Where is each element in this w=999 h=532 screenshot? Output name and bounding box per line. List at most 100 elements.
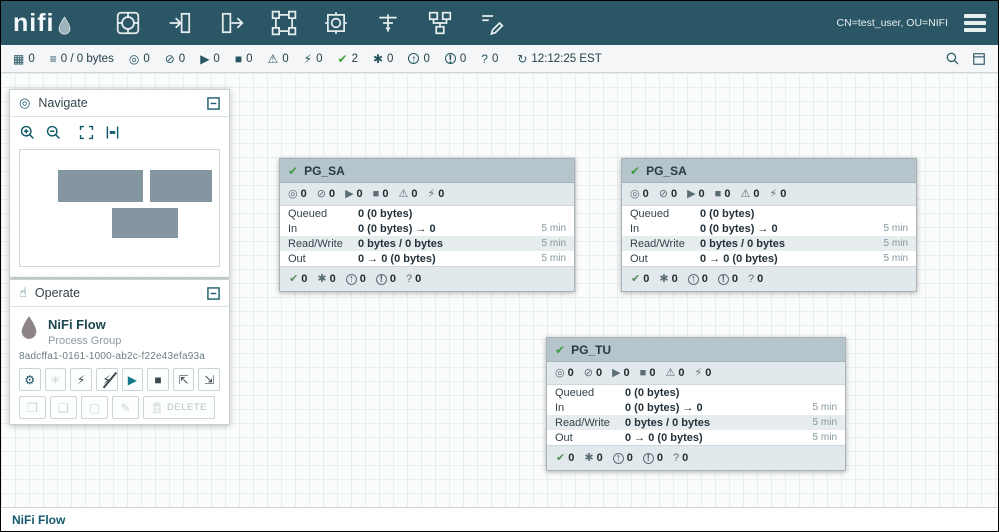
running-count: 0 — [623, 367, 630, 379]
not-transmitting-icon: ⊘ — [583, 366, 593, 379]
invalid-count: 0 — [678, 367, 685, 379]
stop-icon: ■ — [154, 372, 162, 387]
status-disabled: ⚡ 0 — [304, 53, 323, 65]
vc-sync-failure: ? 0 — [405, 272, 422, 285]
stopped-count: 0 — [649, 367, 656, 379]
pg-header: ✔ PG_SA — [622, 159, 916, 183]
status-stale: ↑ 0 — [408, 53, 430, 65]
transmitting-icon: ◎ — [555, 366, 565, 379]
zoom-in-button[interactable] — [19, 124, 36, 141]
status-transmitting: ◎ 0 — [129, 53, 150, 65]
label-icon[interactable] — [478, 9, 506, 37]
operate-palette: ☝ Operate NiFi Flow Process Group 8adcff… — [9, 279, 230, 425]
paste-icon: ❑ — [58, 400, 69, 415]
navigate-palette-header[interactable]: ◎ Navigate — [10, 90, 229, 117]
nifi-logo: nifi — [13, 10, 72, 36]
breadcrumb-bar: NiFi Flow — [1, 507, 998, 531]
not-transmitting-icon: ⊘ — [316, 187, 326, 200]
stopped-icon: ■ — [372, 187, 380, 200]
enable-button[interactable]: ⚡ — [70, 368, 92, 391]
vc-stale: ↑ 0 — [612, 452, 633, 464]
process-group-pg-tu[interactable]: ✔ PG_TU ◎ 0 ⊘ 0 ▶ 0 ■ 0 ⚠ 0 ⚡ 0 Queued 0 (0 byt… — [546, 337, 846, 471]
pg-row-out: Out 0 → 0 (0 bytes) 5 min — [288, 252, 566, 265]
remote-process-group-icon[interactable] — [322, 9, 350, 37]
not-transmitting-count: 0 — [670, 188, 678, 200]
stat-transmitting: ◎ 0 — [555, 367, 574, 379]
process-group-pg-sa-1[interactable]: ✔ PG_SA ◎ 0 ⊘ 0 ▶ 0 ■ 0 ⚠ 0 ⚡ 0 Queued 0 (0 byt… — [279, 158, 575, 292]
running-icon: ▶ — [612, 366, 621, 379]
stale-icon: ↑ — [408, 53, 420, 65]
operate-palette-header[interactable]: ☝ Operate — [10, 280, 229, 307]
version-up-to-date-icon: ✔ — [555, 342, 566, 357]
sync-failure-icon: ? — [405, 272, 413, 285]
disabled-icon: ⚡ — [427, 187, 436, 200]
breadcrumb-root[interactable]: NiFi Flow — [12, 513, 65, 527]
refresh-button[interactable]: ↻ 12:12:25 EST — [517, 53, 601, 65]
stopped-count: 0 — [246, 52, 253, 65]
status-invalid: ⚠ 0 — [267, 53, 288, 65]
collapse-navigate-button[interactable] — [207, 96, 220, 110]
template-icon[interactable] — [426, 9, 454, 37]
pg-stats-row: ◎ 0 ⊘ 0 ▶ 0 ■ 0 ⚠ 0 ⚡ 0 — [280, 183, 574, 206]
funnel-icon[interactable] — [374, 9, 402, 37]
pg-row-in: In 0 (0 bytes) → 05 min — [288, 222, 566, 235]
invalid-icon: ⚠ — [665, 366, 676, 379]
process-group-pg-sa-2[interactable]: ✔ PG_SA ◎ 0 ⊘ 0 ▶ 0 ■ 0 ⚠ 0 ⚡ 0 Queued 0 (0 byt… — [621, 158, 917, 292]
collapse-operate-button[interactable] — [207, 286, 220, 300]
global-menu-icon[interactable] — [964, 14, 986, 32]
start-button[interactable]: ▶ — [121, 368, 144, 391]
pg-row-out: Out 0 → 0 (0 bytes) 5 min — [555, 431, 837, 444]
refresh-icon: ↻ — [517, 51, 528, 66]
pg-row-read-write: Read/Write 0 bytes / 0 bytes 5 min — [547, 415, 845, 430]
invalid-icon: ⚠ — [740, 187, 751, 200]
stale-icon: ↑ — [345, 273, 357, 285]
disabled-count: 0 — [780, 188, 787, 200]
processor-icon[interactable] — [114, 9, 142, 37]
upload-template-button[interactable]: ⇱ — [172, 368, 195, 391]
status-sync-failure: ? 0 — [481, 53, 498, 65]
zoom-fit-button[interactable] — [78, 124, 95, 141]
zoom-out-button[interactable] — [45, 124, 62, 141]
output-port-icon[interactable] — [218, 9, 246, 37]
process-group-icon[interactable] — [270, 9, 298, 37]
locally-modified-stale-icon: ! — [375, 273, 387, 285]
copy-icon: ❐ — [27, 400, 38, 415]
settings-panel-icon[interactable] — [972, 52, 986, 66]
input-port-icon[interactable] — [166, 9, 194, 37]
operate-selection: NiFi Flow Process Group — [10, 307, 229, 349]
nifi-app: nifi CN=test_user, OU=NIFI ▦ 0 ≡ 0 / 0 b… — [0, 0, 999, 532]
pg-header: ✔ PG_SA — [280, 159, 574, 183]
stat-running: ▶ 0 — [345, 188, 363, 200]
paste-button: ❑ — [50, 396, 77, 419]
sync-failure-icon: ? — [747, 272, 755, 285]
search-icon[interactable] — [945, 51, 960, 66]
stat-not-transmitting: ⊘ 0 — [584, 367, 602, 379]
running-icon: ▶ — [687, 187, 696, 200]
status-locally-modified-and-stale: ! 0 — [444, 53, 466, 65]
disable-button[interactable]: ⚡ — [95, 368, 118, 391]
pg-row-queued: Queued 0 (0 bytes) — [288, 207, 413, 220]
vc-up-to-date: ✔ 0 — [289, 272, 308, 285]
not-transmitting-count: 0 — [178, 52, 186, 65]
trash-icon — [152, 402, 162, 413]
configuration-button[interactable]: ⚙ — [19, 368, 41, 391]
policies-icon: ✳ — [50, 372, 61, 387]
disabled-count: 0 — [438, 188, 445, 200]
sync-failure-icon: ? — [672, 451, 680, 464]
disabled-icon: ⚡ — [303, 51, 313, 66]
running-count: 0 — [213, 52, 220, 65]
stat-stopped: ■ 0 — [715, 188, 731, 200]
birdseye-minimap[interactable] — [19, 149, 220, 267]
flow-canvas[interactable]: ◎ Navigate ☝ Operate NiFi Flow Process G… — [1, 73, 998, 507]
transmitting-count: 0 — [143, 52, 150, 65]
zoom-actual-size-button[interactable] — [104, 124, 121, 141]
disabled-count: 0 — [705, 367, 712, 379]
locally-modified-icon: ✱ — [584, 451, 594, 464]
create-template-button[interactable]: ⇲ — [198, 368, 220, 391]
transmitting-count: 0 — [642, 188, 649, 200]
stop-button[interactable]: ■ — [147, 368, 169, 391]
stat-not-transmitting: ⊘ 0 — [659, 188, 677, 200]
vc-sync-failure: ? 0 — [747, 272, 764, 285]
invalid-count: 0 — [282, 52, 289, 65]
locally-modified-stale-icon: ! — [717, 273, 729, 285]
